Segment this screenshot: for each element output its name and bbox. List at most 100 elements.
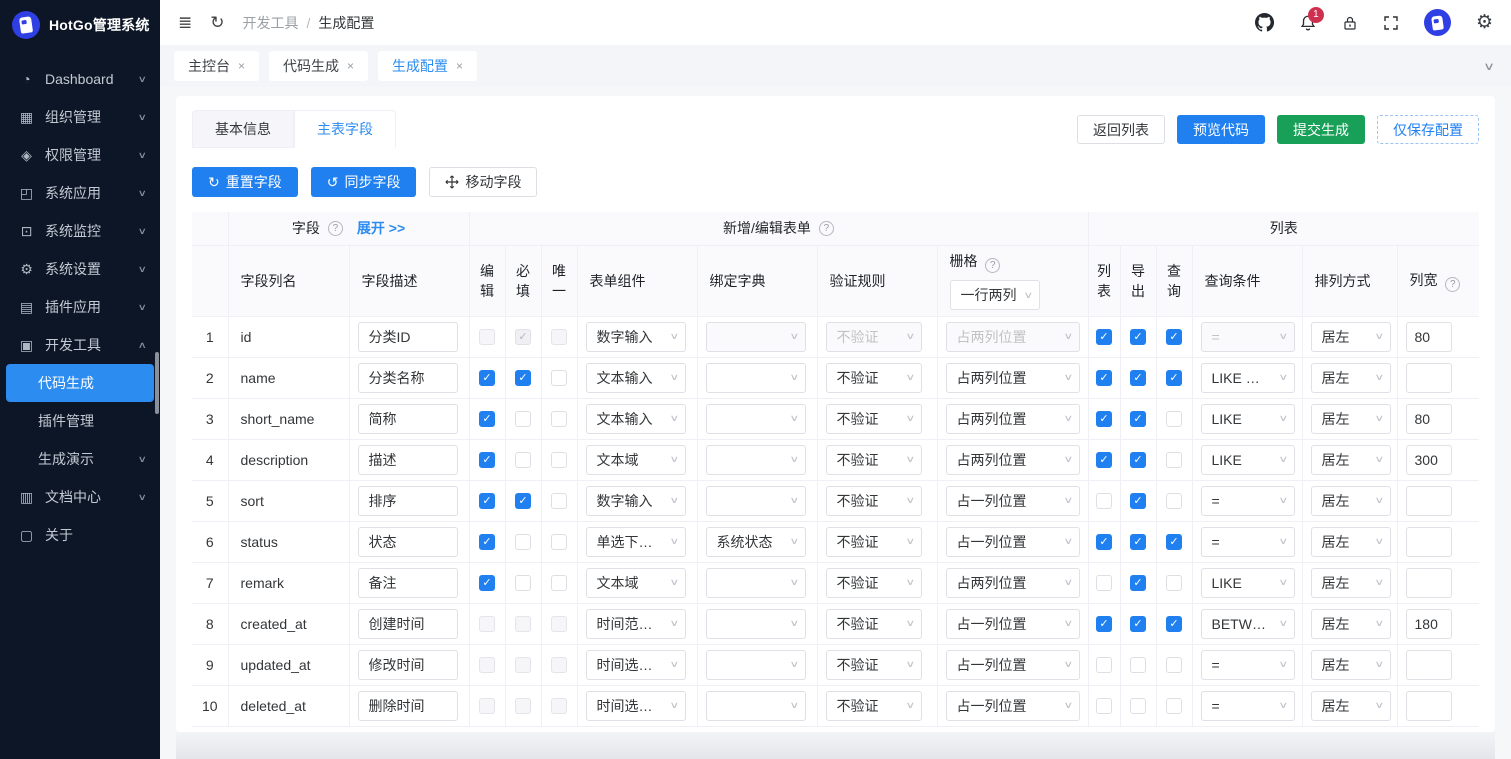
query-checkbox[interactable]: ✓ — [1166, 411, 1182, 428]
submit-generate-button[interactable]: 提交生成 — [1277, 115, 1365, 144]
form-help-icon[interactable]: ? — [818, 220, 834, 236]
component-select[interactable]: 文本输入 ∨ — [585, 362, 686, 393]
query-checkbox[interactable]: ✓ — [1166, 493, 1182, 510]
tabs-dropdown-chevron-icon[interactable]: ∨ — [1483, 60, 1495, 73]
export-checkbox[interactable]: ✓ — [1130, 411, 1146, 428]
grid-select[interactable]: 占两列位置 ∨ — [945, 444, 1080, 475]
query-checkbox[interactable]: ✓ — [1166, 452, 1182, 469]
dict-select[interactable]: ∨ — [705, 362, 806, 393]
grid-select[interactable]: 占一列位置 ∨ — [945, 485, 1080, 516]
dict-select[interactable]: ∨ — [705, 444, 806, 475]
query-checkbox[interactable]: ✓ — [1166, 370, 1182, 387]
rule-select[interactable]: 不验证 ∨ — [825, 526, 922, 557]
expand-link[interactable]: 展开 >> — [357, 218, 405, 238]
sidebar-item-组织管理[interactable]: ▦ 组织管理 ∨ — [0, 98, 160, 136]
field-desc-input[interactable] — [357, 403, 458, 434]
edit-checkbox[interactable]: ✓ — [479, 452, 495, 469]
grid-help-icon[interactable]: ? — [985, 258, 1001, 273]
query-checkbox[interactable]: ✓ — [1166, 698, 1182, 715]
unique-checkbox[interactable]: ✓ — [551, 370, 567, 387]
required-checkbox[interactable]: ✓ — [515, 411, 531, 428]
grid-select[interactable]: 占一列位置 ∨ — [945, 690, 1080, 721]
column-width-input[interactable] — [1405, 485, 1452, 516]
align-select[interactable]: 居左 ∨ — [1310, 690, 1391, 721]
query-checkbox[interactable]: ✓ — [1166, 616, 1182, 633]
component-select[interactable]: 文本域 ∨ — [585, 567, 686, 598]
align-select[interactable]: 居左 ∨ — [1310, 608, 1391, 639]
column-width-input[interactable] — [1405, 649, 1452, 680]
export-checkbox[interactable]: ✓ — [1130, 493, 1146, 510]
sidebar-item-系统监控[interactable]: ⊡ 系统监控 ∨ — [0, 212, 160, 250]
list-checkbox[interactable]: ✓ — [1096, 370, 1112, 387]
query-checkbox[interactable]: ✓ — [1166, 575, 1182, 592]
query-cond-select[interactable]: LIKE ∨ — [1200, 444, 1295, 475]
field-help-icon[interactable]: ? — [327, 220, 343, 236]
edit-checkbox[interactable]: ✓ — [479, 575, 495, 592]
column-width-input[interactable] — [1405, 526, 1452, 557]
dict-select[interactable]: ∨ — [705, 485, 806, 516]
component-select[interactable]: 文本域 ∨ — [585, 444, 686, 475]
field-desc-input[interactable] — [357, 567, 458, 598]
reset-fields-button[interactable]: ↻ 重置字段 — [192, 167, 298, 197]
align-select[interactable]: 居左 ∨ — [1310, 649, 1391, 680]
column-width-input[interactable] — [1405, 690, 1452, 721]
column-width-input[interactable] — [1405, 444, 1452, 475]
sidebar-item-开发工具[interactable]: ▣ 开发工具 ∧ — [0, 326, 160, 364]
edit-checkbox[interactable]: ✓ — [479, 534, 495, 551]
component-select[interactable]: 数字输入 ∨ — [585, 321, 686, 352]
dict-select[interactable]: ∨ — [705, 690, 806, 721]
width-help-icon[interactable]: ? — [1445, 276, 1461, 292]
unique-checkbox[interactable]: ✓ — [551, 452, 567, 469]
export-checkbox[interactable]: ✓ — [1130, 329, 1146, 346]
grid-select[interactable]: 占一列位置 ∨ — [945, 526, 1080, 557]
github-icon[interactable] — [1254, 13, 1274, 32]
component-select[interactable]: 数字输入 ∨ — [585, 485, 686, 516]
move-fields-button[interactable]: 移动字段 — [429, 167, 538, 197]
export-checkbox[interactable]: ✓ — [1130, 370, 1146, 387]
sidebar-item-代码生成[interactable]: 代码生成 — [6, 364, 154, 402]
query-cond-select[interactable]: = ∨ — [1200, 690, 1295, 721]
edit-checkbox[interactable]: ✓ — [479, 411, 495, 428]
required-checkbox[interactable]: ✓ — [515, 575, 531, 592]
sidebar-item-dashboard[interactable]: ◔ Dashboard ∨ — [0, 60, 160, 98]
fullscreen-icon[interactable] — [1383, 15, 1399, 31]
edit-checkbox[interactable]: ✓ — [479, 370, 495, 387]
field-desc-input[interactable] — [357, 444, 458, 475]
breadcrumb-parent[interactable]: 开发工具 — [243, 13, 299, 33]
list-checkbox[interactable]: ✓ — [1096, 411, 1112, 428]
rule-select[interactable]: 不验证 ∨ — [825, 485, 922, 516]
component-select[interactable]: 时间选择(Y-... ∨ — [585, 649, 686, 680]
grid-select[interactable]: 占两列位置 ∨ — [945, 567, 1080, 598]
export-checkbox[interactable]: ✓ — [1130, 534, 1146, 551]
list-checkbox[interactable]: ✓ — [1096, 616, 1112, 633]
sync-fields-button[interactable]: ↺ 同步字段 — [310, 167, 417, 197]
sidebar-item-系统应用[interactable]: ◰ 系统应用 ∨ — [0, 174, 160, 212]
settings-gear-icon[interactable]: ⚙ — [1476, 11, 1493, 34]
query-cond-select[interactable]: BETWEEN ∨ — [1200, 608, 1295, 639]
list-checkbox[interactable]: ✓ — [1096, 657, 1112, 674]
field-desc-input[interactable] — [357, 649, 458, 680]
export-checkbox[interactable]: ✓ — [1130, 616, 1146, 633]
align-select[interactable]: 居左 ∨ — [1310, 444, 1391, 475]
list-checkbox[interactable]: ✓ — [1096, 698, 1112, 715]
rule-select[interactable]: 不验证 ∨ — [825, 567, 922, 598]
field-desc-input[interactable] — [357, 321, 458, 352]
dict-select[interactable]: 系统状态 ∨ — [705, 526, 806, 557]
unique-checkbox[interactable]: ✓ — [551, 493, 567, 510]
column-width-input[interactable] — [1405, 608, 1452, 639]
column-width-input[interactable] — [1405, 321, 1452, 352]
sidebar-item-文档中心[interactable]: ▥ 文档中心 ∨ — [0, 478, 160, 516]
page-tab-代码生成[interactable]: 代码生成 × — [269, 51, 369, 82]
query-checkbox[interactable]: ✓ — [1166, 329, 1182, 346]
user-avatar[interactable] — [1423, 9, 1451, 37]
lock-screen-icon[interactable] — [1342, 15, 1358, 31]
align-select[interactable]: 居左 ∨ — [1310, 403, 1391, 434]
query-cond-select[interactable]: = ∨ — [1200, 649, 1295, 680]
edit-checkbox[interactable]: ✓ — [479, 493, 495, 510]
required-checkbox[interactable]: ✓ — [515, 452, 531, 469]
query-cond-select[interactable]: = ∨ — [1200, 485, 1295, 516]
unique-checkbox[interactable]: ✓ — [551, 411, 567, 428]
notifications-bell-icon[interactable]: 1 — [1299, 6, 1324, 32]
field-desc-input[interactable] — [357, 690, 458, 721]
unique-checkbox[interactable]: ✓ — [551, 575, 567, 592]
